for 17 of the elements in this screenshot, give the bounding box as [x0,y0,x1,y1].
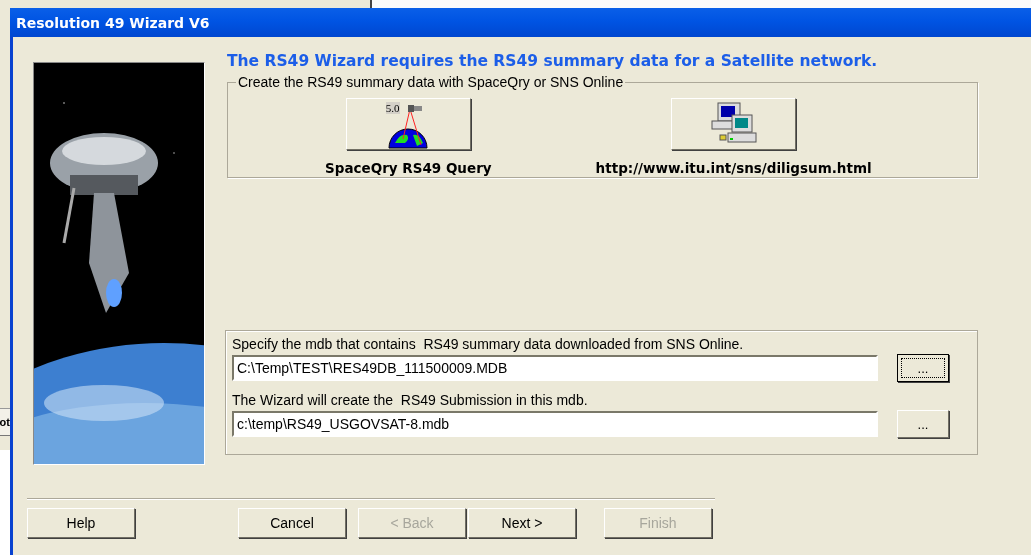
window-title: Resolution 49 Wizard V6 [16,14,210,31]
help-button[interactable]: Help [27,508,135,538]
browse-button[interactable]: ... [897,410,949,438]
version-badge: 5.0 [385,102,400,114]
option-label: SpaceQry RS49 Query [325,160,492,176]
path-field[interactable]: C:\Temp\TEST\RES49DB_111500009.MDB [232,355,878,381]
group-title: Create the RS49 summary data with SpaceQry or SNS Online [237,74,625,90]
option-label: http://www.itu.int/sns/diligsum.html [595,160,872,176]
path-field[interactable]: c:\temp\RS49_USGOVSAT-8.mdb [232,411,878,437]
query-button[interactable]: 5.0 [345,98,471,150]
field-label: The Wizard will create the RS49 Submission in this mdb. [232,392,589,410]
web-link-button[interactable] [671,98,797,150]
browse-button[interactable]: ... [897,354,949,382]
cancel-button[interactable]: Cancel [238,508,346,538]
field-label: Specify the mdb that contains RS49 summary data downloaded from SNS Online. [232,336,745,354]
heading: The RS49 Wizard requires the RS49 summary data for a Satellite network. [227,52,879,72]
next-button[interactable]: Next > [468,508,576,538]
